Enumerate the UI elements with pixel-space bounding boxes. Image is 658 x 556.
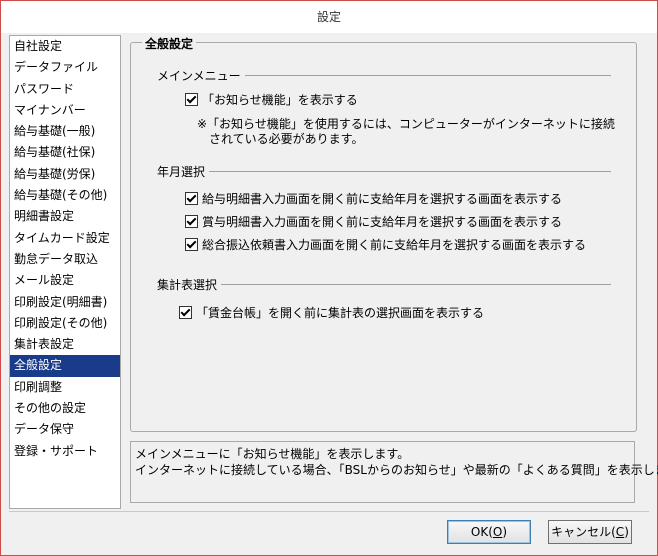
- sidebar-item[interactable]: データ保守: [10, 419, 120, 440]
- note-line-2: されている必要があります。: [209, 132, 364, 146]
- sidebar-item[interactable]: 給与基礎(一般): [10, 121, 120, 142]
- transfer-request-month-checkbox[interactable]: 総合振込依頼書入力画面を開く前に支給年月を選択する画面を表示する: [185, 237, 586, 253]
- sidebar-item[interactable]: タイムカード設定: [10, 228, 120, 249]
- wage-ledger-select-checkbox[interactable]: 「賃金台帳」を開く前に集計表の選択画面を表示する: [179, 305, 484, 321]
- ok-button[interactable]: OK(O): [447, 520, 531, 544]
- general-settings-panel: 全般設定 メインメニュー 「お知らせ機能」を表示する ※「お知らせ機能」を使用す…: [130, 35, 637, 432]
- ok-button-accesskey: O: [492, 525, 503, 539]
- sidebar-item[interactable]: その他の設定: [10, 398, 120, 419]
- salary-slip-month-checkbox[interactable]: 給与明細書入力画面を開く前に支給年月を選択する画面を表示する: [185, 191, 562, 207]
- sidebar-item[interactable]: 全般設定: [10, 355, 120, 377]
- general-settings-group: 全般設定 メインメニュー 「お知らせ機能」を表示する ※「お知らせ機能」を使用す…: [130, 35, 637, 432]
- sidebar-item[interactable]: マイナンバー: [10, 100, 120, 121]
- show-notice-label: 「お知らせ機能」を表示する: [202, 93, 358, 107]
- ok-button-label: OK(: [470, 525, 493, 539]
- salary-slip-month-label: 給与明細書入力画面を開く前に支給年月を選択する画面を表示する: [202, 192, 563, 206]
- group-title: 全般設定: [142, 35, 197, 52]
- sidebar-item[interactable]: 勤怠データ取込: [10, 249, 120, 270]
- cancel-button-accesskey: C: [615, 525, 625, 539]
- cancel-button-label-end: ): [624, 525, 629, 539]
- checkbox-checked-icon: [179, 306, 192, 319]
- sidebar-item[interactable]: 印刷設定(明細書): [10, 292, 120, 313]
- main-menu-section-title: メインメニュー: [157, 67, 245, 84]
- sidebar-item[interactable]: パスワード: [10, 79, 120, 100]
- description-line-2: インターネットに接続している場合、「BSLからのお知らせ」や最新の「よくある質問…: [135, 463, 658, 477]
- note-line-1: ※「お知らせ機能」を使用するには、コンピューターがインターネットに接続: [197, 117, 615, 131]
- cancel-button-label: キャンセル(: [551, 525, 616, 539]
- year-month-divider: [161, 171, 611, 172]
- cancel-button[interactable]: キャンセル(C): [548, 520, 632, 544]
- sidebar-item[interactable]: 給与基礎(社保): [10, 142, 120, 163]
- sidebar-item[interactable]: 集計表設定: [10, 334, 120, 355]
- sidebar-item[interactable]: メール設定: [10, 270, 120, 291]
- sidebar-item[interactable]: 明細書設定: [10, 206, 120, 227]
- show-notice-checkbox[interactable]: 「お知らせ機能」を表示する: [185, 92, 358, 108]
- settings-category-list[interactable]: 自社設定 データファイル パスワード マイナンバー 給与基礎(一般) 給与基礎(社保) 給与…: [9, 35, 121, 509]
- sidebar-item[interactable]: データファイル: [10, 57, 120, 78]
- checkbox-checked-icon: [185, 192, 198, 205]
- window-title: 設定: [1, 1, 657, 33]
- bonus-slip-month-label: 賞与明細書入力画面を開く前に支給年月を選択する画面を表示する: [202, 215, 563, 229]
- sidebar-item[interactable]: 給与基礎(労保): [10, 164, 120, 185]
- checkbox-checked-icon: [185, 93, 198, 106]
- sidebar-item[interactable]: 登録・サポート: [10, 441, 120, 462]
- description-line-1: メインメニューに「お知らせ機能」を表示します。: [135, 447, 410, 461]
- sidebar-item[interactable]: 印刷設定(その他): [10, 313, 120, 334]
- ok-button-label-end: ): [502, 525, 508, 539]
- bonus-slip-month-checkbox[interactable]: 賞与明細書入力画面を開く前に支給年月を選択する画面を表示する: [185, 214, 562, 230]
- notice-requirement-note: ※「お知らせ機能」を使用するには、コンピューターがインターネットに接続 されてい…: [197, 117, 615, 147]
- transfer-request-month-label: 総合振込依頼書入力画面を開く前に支給年月を選択する画面を表示する: [202, 238, 587, 252]
- year-month-section-title: 年月選択: [157, 163, 210, 180]
- dialog-button-bar: OK(O) キャンセル(C): [9, 511, 649, 552]
- description-box: メインメニューに「お知らせ機能」を表示します。 インターネットに接続している場合…: [130, 441, 658, 503]
- sidebar-item[interactable]: 自社設定: [10, 36, 120, 57]
- settings-window: 設定 自社設定 データファイル パスワード マイナンバー 給与基礎(一般) 給与基礎(社保…: [0, 0, 658, 556]
- summary-divider: [161, 284, 611, 285]
- summary-section-title: 集計表選択: [157, 276, 222, 293]
- checkbox-checked-icon: [185, 238, 198, 251]
- checkbox-checked-icon: [185, 215, 198, 228]
- sidebar-item[interactable]: 給与基礎(その他): [10, 185, 120, 206]
- wage-ledger-select-label: 「賃金台帳」を開く前に集計表の選択画面を表示する: [196, 306, 485, 320]
- sidebar-item[interactable]: 印刷調整: [10, 377, 120, 398]
